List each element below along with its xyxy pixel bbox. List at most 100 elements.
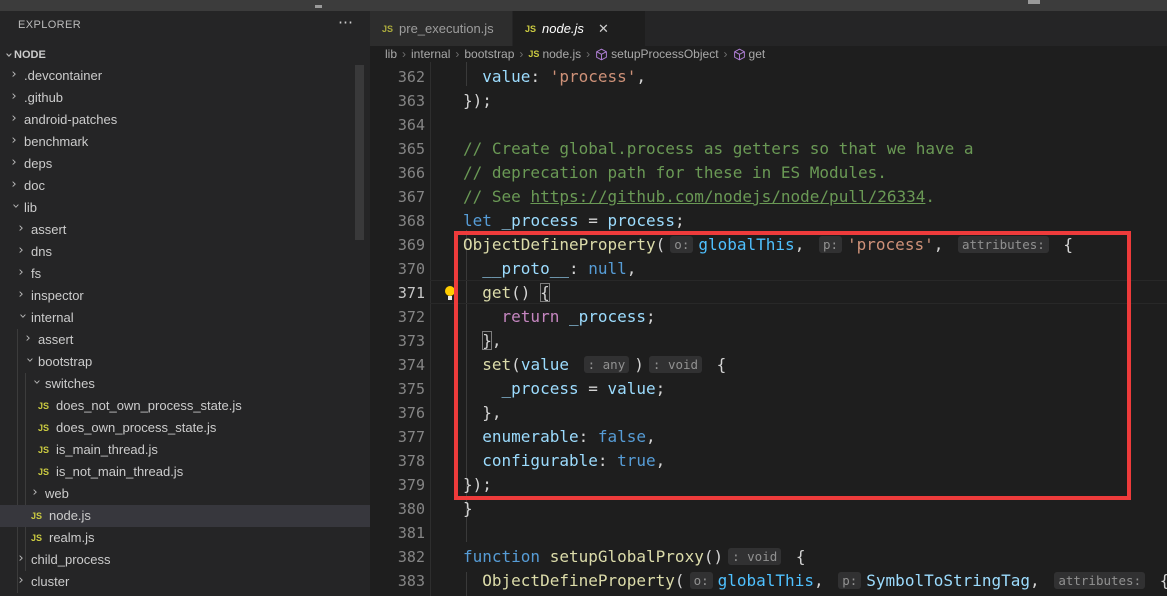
tree-item-child-process[interactable]: child_process xyxy=(0,549,370,571)
tree-item-label: assert xyxy=(38,329,73,351)
code-token: ( xyxy=(675,571,685,590)
tree-item-does-not-own-process-state-js[interactable]: JSdoes_not_own_process_state.js xyxy=(0,395,370,417)
chevron-right-icon xyxy=(17,290,27,300)
titlebar-clipped-text xyxy=(315,5,322,8)
line-content: _process = value; xyxy=(463,377,665,401)
tree-item-deps[interactable]: deps xyxy=(0,153,370,175)
tree-item-realm-js[interactable]: JSrealm.js xyxy=(0,527,370,549)
code-token: , xyxy=(646,427,656,446)
line-content: return _process; xyxy=(463,305,656,329)
code-line-371[interactable]: 371 get() { xyxy=(370,281,1167,305)
tree-item-label: .github xyxy=(24,87,63,109)
code-token: return xyxy=(502,307,560,326)
chevron-right-icon xyxy=(31,488,41,498)
code-line-372[interactable]: 372 return _process; xyxy=(370,305,1167,329)
code-line-379[interactable]: 379}); xyxy=(370,473,1167,497)
line-number: 364 xyxy=(370,113,425,137)
tree-item-inspector[interactable]: inspector xyxy=(0,285,370,307)
chevron-down-icon xyxy=(31,378,41,388)
line-content: ObjectDefineProperty(o:globalThis, p:'pr… xyxy=(463,233,1073,257)
line-content: } xyxy=(463,497,473,521)
tree-item-doc[interactable]: doc xyxy=(0,175,370,197)
lightbulb-icon[interactable] xyxy=(444,286,456,301)
code-line-373[interactable]: 373 }, xyxy=(370,329,1167,353)
breadcrumb-item-internal[interactable]: internal xyxy=(411,47,450,61)
line-content: }); xyxy=(463,89,492,113)
code-line-365[interactable]: 365// Create global.process as getters s… xyxy=(370,137,1167,161)
tree-item-internal[interactable]: internal xyxy=(0,307,370,329)
code-line-375[interactable]: 375 _process = value; xyxy=(370,377,1167,401)
tree-item-dns[interactable]: dns xyxy=(0,241,370,263)
breadcrumb: lib›internal›bootstrap›JSnode.js› setupP… xyxy=(370,46,1167,62)
code-token xyxy=(463,427,482,446)
code-line-376[interactable]: 376 }, xyxy=(370,401,1167,425)
breadcrumb-item-node-js[interactable]: JSnode.js xyxy=(528,47,581,61)
tree-item-switches[interactable]: switches xyxy=(0,373,370,395)
tree-item-is-main-thread-js[interactable]: JSis_main_thread.js xyxy=(0,439,370,461)
tree-item--github[interactable]: .github xyxy=(0,87,370,109)
tree-item-label: node.js xyxy=(49,505,91,527)
code-line-368[interactable]: 368let _process = process; xyxy=(370,209,1167,233)
tree-item-fs[interactable]: fs xyxy=(0,263,370,285)
code-token: function xyxy=(463,547,540,566)
code-line-374[interactable]: 374 set(value : any): void { xyxy=(370,353,1167,377)
code-token xyxy=(492,211,502,230)
tree-item-does-own-process-state-js[interactable]: JSdoes_own_process_state.js xyxy=(0,417,370,439)
tree-item-web[interactable]: web xyxy=(0,483,370,505)
breadcrumb-label: setupProcessObject xyxy=(611,47,718,61)
tree-item-is-not-main-thread-js[interactable]: JSis_not_main_thread.js xyxy=(0,461,370,483)
line-number: 370 xyxy=(370,257,425,281)
tree-item-label: web xyxy=(45,483,69,505)
tree-item-assert[interactable]: assert xyxy=(0,219,370,241)
tab-pre-execution[interactable]: JS pre_execution.js xyxy=(370,11,512,46)
code-line-370[interactable]: 370 __proto__: null, xyxy=(370,257,1167,281)
chevron-right-icon xyxy=(17,576,27,586)
tab-node-js[interactable]: JS node.js ✕ xyxy=(513,11,645,46)
js-icon: JS xyxy=(38,399,49,413)
tree-item-benchmark[interactable]: benchmark xyxy=(0,131,370,153)
code-line-364[interactable]: 364 xyxy=(370,113,1167,137)
line-number: 383 xyxy=(370,569,425,593)
code-token: { xyxy=(1150,571,1167,590)
code-line-381[interactable]: 381 xyxy=(370,521,1167,545)
code-token: ObjectDefineProperty xyxy=(482,571,675,590)
code-token: ( xyxy=(656,235,666,254)
js-icon: JS xyxy=(528,47,539,61)
tree-item-lib[interactable]: lib xyxy=(0,197,370,219)
code-editor[interactable]: 362 value: 'process',363});364365// Crea… xyxy=(370,62,1167,596)
ellipsis-menu-icon[interactable]: ⋯ xyxy=(338,13,354,31)
tree-item-label: assert xyxy=(31,219,66,241)
tree-item-label: internal xyxy=(31,307,74,329)
breadcrumb-item-bootstrap[interactable]: bootstrap xyxy=(464,47,514,61)
code-token: process xyxy=(608,211,675,230)
code-line-363[interactable]: 363}); xyxy=(370,89,1167,113)
tree-item-label: switches xyxy=(45,373,95,395)
code-token: // Create global.process as getters so t… xyxy=(463,139,974,158)
tree-item-cluster[interactable]: cluster xyxy=(0,571,370,593)
tree-section-node[interactable]: NODE xyxy=(0,45,370,67)
code-token: https://github.com/nodejs/node/pull/2633… xyxy=(530,187,925,206)
code-line-362[interactable]: 362 value: 'process', xyxy=(370,65,1167,89)
tree-item-bootstrap[interactable]: bootstrap xyxy=(0,351,370,373)
code-line-369[interactable]: 369ObjectDefineProperty(o:globalThis, p:… xyxy=(370,233,1167,257)
close-icon[interactable]: ✕ xyxy=(598,21,609,37)
breadcrumb-item-setupprocessobject[interactable]: setupProcessObject xyxy=(595,47,718,61)
code-line-380[interactable]: 380} xyxy=(370,497,1167,521)
code-line-383[interactable]: 383 ObjectDefineProperty(o:globalThis, p… xyxy=(370,569,1167,593)
code-token: value xyxy=(521,355,579,374)
code-line-366[interactable]: 366// deprecation path for these in ES M… xyxy=(370,161,1167,185)
breadcrumb-item-lib[interactable]: lib xyxy=(385,47,397,61)
breadcrumb-item-get[interactable]: get xyxy=(733,47,766,61)
tree-item--devcontainer[interactable]: .devcontainer xyxy=(0,65,370,87)
code-line-382[interactable]: 382function setupGlobalProxy(): void { xyxy=(370,545,1167,569)
code-line-378[interactable]: 378 configurable: true, xyxy=(370,449,1167,473)
code-token: let xyxy=(463,211,492,230)
breadcrumb-label: lib xyxy=(385,47,397,61)
breadcrumb-label: node.js xyxy=(542,47,581,61)
tree-item-node-js[interactable]: JSnode.js xyxy=(0,505,370,527)
code-line-377[interactable]: 377 enumerable: false, xyxy=(370,425,1167,449)
tree-item-assert[interactable]: assert xyxy=(0,329,370,351)
tree-item-android-patches[interactable]: android-patches xyxy=(0,109,370,131)
sidebar-scrollbar[interactable] xyxy=(355,65,364,240)
code-line-367[interactable]: 367// See https://github.com/nodejs/node… xyxy=(370,185,1167,209)
